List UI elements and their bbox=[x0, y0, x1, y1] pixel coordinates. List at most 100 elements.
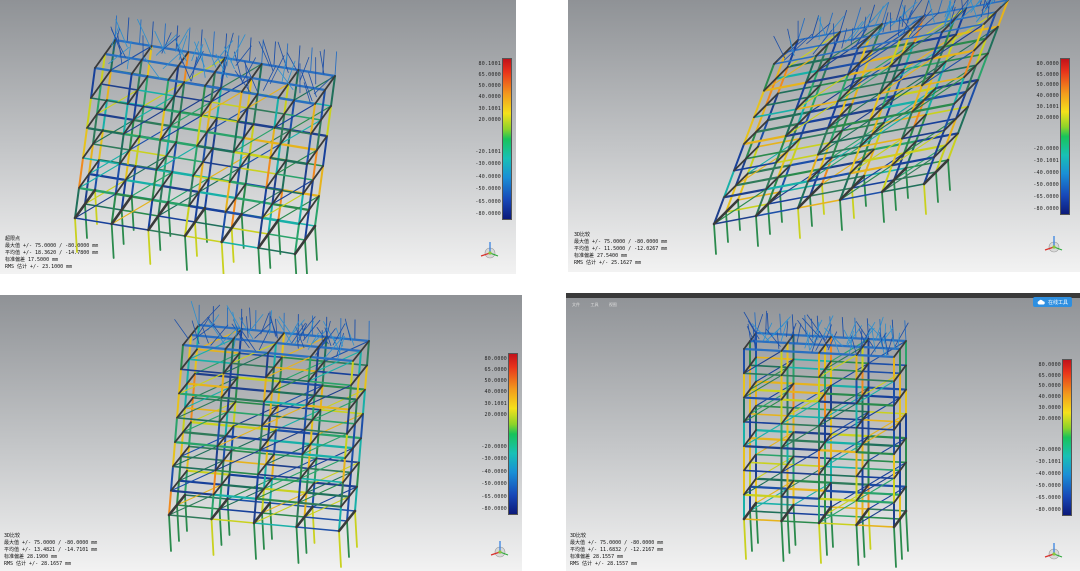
frame-member bbox=[220, 241, 225, 274]
frame-member bbox=[809, 195, 813, 227]
frame-member bbox=[797, 17, 806, 41]
frame-member bbox=[354, 398, 358, 425]
frame-member bbox=[128, 149, 168, 157]
legend-tick-label: 65.0000 bbox=[1038, 372, 1061, 379]
frame-member bbox=[366, 340, 370, 367]
frame-member bbox=[905, 510, 909, 552]
frame-member bbox=[342, 457, 346, 484]
frame-member bbox=[269, 390, 273, 417]
legend-tick-label: 40.0000 bbox=[484, 389, 507, 396]
frame-member bbox=[95, 112, 135, 122]
frame-member bbox=[893, 179, 897, 211]
frame-member bbox=[188, 334, 192, 361]
stats-line: 标准偏差 28.1557 mm bbox=[570, 554, 624, 560]
frame-member bbox=[180, 431, 184, 458]
legend-tick-label: -50.0000 bbox=[1035, 483, 1061, 490]
legend-tick-label: -20.0000 bbox=[481, 443, 507, 450]
frame-member bbox=[94, 189, 98, 225]
legend-tick-label: 30.1001 bbox=[478, 105, 501, 112]
frame-member bbox=[360, 412, 364, 440]
viewport-panel-3[interactable]: 80.0000 65.0000 50.0000 40.0000 30.1001 20.00… bbox=[0, 295, 522, 571]
frame-member bbox=[130, 195, 135, 231]
frame-member bbox=[364, 364, 368, 391]
frame-member bbox=[187, 27, 191, 53]
legend-color-bar bbox=[1060, 58, 1070, 215]
frame-member bbox=[261, 400, 265, 427]
frame-member bbox=[92, 143, 131, 151]
frame-member bbox=[295, 526, 340, 532]
frame-member bbox=[786, 512, 791, 554]
frame-member bbox=[275, 173, 314, 181]
legend-tick-label: 30.1001 bbox=[484, 400, 507, 407]
axis-triad-icon[interactable] bbox=[488, 539, 510, 561]
frame-member bbox=[246, 107, 286, 115]
stats-line: 3D比较 bbox=[574, 232, 591, 238]
frame-member bbox=[154, 30, 166, 54]
frame-member bbox=[853, 7, 862, 30]
frame-member bbox=[273, 103, 316, 129]
stats-line: 标准偏差 17.5000 mm bbox=[5, 257, 59, 263]
frame-member bbox=[277, 219, 282, 255]
axis-triad-icon[interactable] bbox=[1042, 234, 1064, 256]
frame-member bbox=[313, 370, 318, 397]
viewport-panel-1[interactable]: 80.1001 65.0000 50.0000 40.0000 30.1001 20.00… bbox=[0, 0, 516, 274]
axis-triad-icon[interactable] bbox=[478, 240, 500, 262]
frame-member bbox=[168, 514, 172, 552]
frame-member bbox=[267, 414, 271, 442]
legend-tick-label: -80.0000 bbox=[1035, 507, 1061, 514]
stats-line: 平均值 +/- 13.4821 / -14.7101 mm bbox=[4, 547, 98, 553]
frame-member bbox=[155, 34, 177, 56]
legend-tick-label: 40.0000 bbox=[1038, 394, 1061, 401]
frame-member bbox=[262, 65, 277, 91]
stats-line: 最大值 +/- 75.0000 / -80.0000 mm bbox=[5, 243, 99, 249]
frame-member bbox=[818, 522, 822, 564]
structure-model-1 bbox=[73, 15, 338, 274]
color-legend-3: 80.0000 65.0000 50.0000 40.0000 30.1001 20.00… bbox=[474, 353, 518, 515]
stats-line: 平均值 +/- 11.5000 / -12.0267 mm bbox=[574, 246, 668, 252]
frame-member bbox=[937, 0, 943, 14]
frame-member bbox=[74, 217, 113, 225]
frame-member bbox=[762, 322, 773, 342]
frame-member bbox=[178, 368, 182, 395]
frame-member bbox=[253, 522, 298, 528]
frame-member bbox=[249, 307, 252, 331]
legend-tick-label: -40.0000 bbox=[481, 468, 507, 475]
frame-member bbox=[935, 171, 939, 203]
legend-tick-label: -30.0000 bbox=[481, 456, 507, 463]
frame-member bbox=[172, 441, 176, 468]
viewport-panel-2[interactable]: 80.0000 65.0000 50.0000 40.0000 30.1001 20.00… bbox=[568, 0, 1080, 272]
frame-member bbox=[904, 320, 907, 342]
frame-member bbox=[338, 530, 342, 568]
frame-member bbox=[265, 439, 269, 466]
frame-member bbox=[174, 416, 178, 444]
frame-member bbox=[228, 181, 268, 189]
legend-tick-label: 40.0000 bbox=[478, 94, 501, 101]
frame-member bbox=[204, 207, 208, 243]
frame-member bbox=[178, 455, 182, 482]
axis-triad-icon[interactable] bbox=[1042, 541, 1064, 563]
viewport-panel-4[interactable]: 文件 工具 视图 在线工具 80.0000 65.0000 50.0000 40.00… bbox=[566, 293, 1080, 571]
frame-member bbox=[178, 372, 225, 395]
frame-member bbox=[305, 467, 310, 494]
frame-member bbox=[304, 239, 308, 274]
frame-member bbox=[230, 227, 270, 235]
frame-member bbox=[299, 453, 304, 480]
legend-tick-label: 30.1001 bbox=[1036, 104, 1059, 111]
legend-tick-label: -20.0000 bbox=[1035, 446, 1061, 453]
frame-member bbox=[307, 443, 312, 470]
frame-member bbox=[713, 223, 717, 255]
frame-member bbox=[222, 348, 227, 375]
frame-member bbox=[182, 406, 186, 434]
stats-line: 平均值 +/- 18.3620 / -14.7800 mm bbox=[5, 250, 99, 256]
frame-member bbox=[754, 312, 757, 334]
frame-member bbox=[157, 215, 196, 223]
frame-member bbox=[210, 518, 255, 524]
frame-member bbox=[170, 469, 217, 492]
frame-member bbox=[923, 183, 927, 215]
stats-info-2: 3D比较 最大值 +/- 75.0000 / -80.0000 mm 平均值 +/-… bbox=[574, 232, 667, 267]
frame-member bbox=[233, 127, 275, 153]
frame-member bbox=[248, 37, 252, 63]
frame-member bbox=[743, 518, 747, 560]
frame-member bbox=[113, 38, 153, 48]
frame-member bbox=[755, 502, 759, 544]
